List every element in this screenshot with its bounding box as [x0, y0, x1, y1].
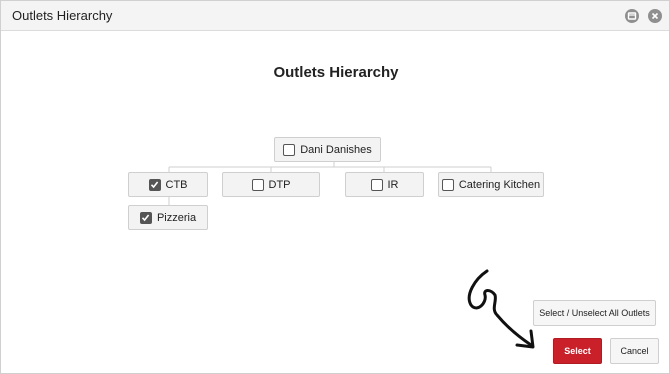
outlet-label: IR	[387, 178, 399, 191]
outlet-label: CTB	[165, 178, 188, 191]
outlet-node-dtp[interactable]: DTP	[222, 172, 320, 197]
checkbox-checked-icon[interactable]	[139, 211, 152, 224]
title-bar: Outlets Hierarchy	[1, 1, 669, 31]
checkbox-checked-icon[interactable]	[148, 178, 161, 191]
outlet-label: DTP	[268, 178, 291, 191]
outlet-node-ctb[interactable]: CTB	[128, 172, 208, 197]
outlet-label: Pizzeria	[156, 211, 197, 224]
checkbox-icon[interactable]	[370, 178, 383, 191]
cancel-button[interactable]: Cancel	[610, 338, 659, 364]
checkbox-icon[interactable]	[283, 143, 296, 156]
outlet-node-ir[interactable]: IR	[345, 172, 424, 197]
window-title: Outlets Hierarchy	[12, 8, 113, 23]
page-title: Outlets Hierarchy	[273, 64, 399, 81]
checkbox-icon[interactable]	[251, 178, 264, 191]
outlet-node-dani-danishes[interactable]: Dani Danishes	[274, 137, 381, 162]
minimize-icon[interactable]	[625, 9, 639, 23]
select-all-outlets-button[interactable]: Select / Unselect All Outlets	[533, 300, 656, 326]
outlet-label: Catering Kitchen	[458, 178, 541, 191]
outlets-hierarchy-dialog: Outlets Hierarchy Outlets Hierarchy Dani…	[0, 0, 670, 374]
arrow-annotation	[467, 269, 535, 349]
checkbox-icon[interactable]	[441, 178, 454, 191]
select-button[interactable]: Select	[553, 338, 602, 364]
outlet-node-pizzeria[interactable]: Pizzeria	[128, 205, 208, 230]
close-icon[interactable]	[648, 9, 662, 23]
outlet-node-catering-kitchen[interactable]: Catering Kitchen	[438, 172, 544, 197]
outlet-label: Dani Danishes	[300, 143, 372, 156]
